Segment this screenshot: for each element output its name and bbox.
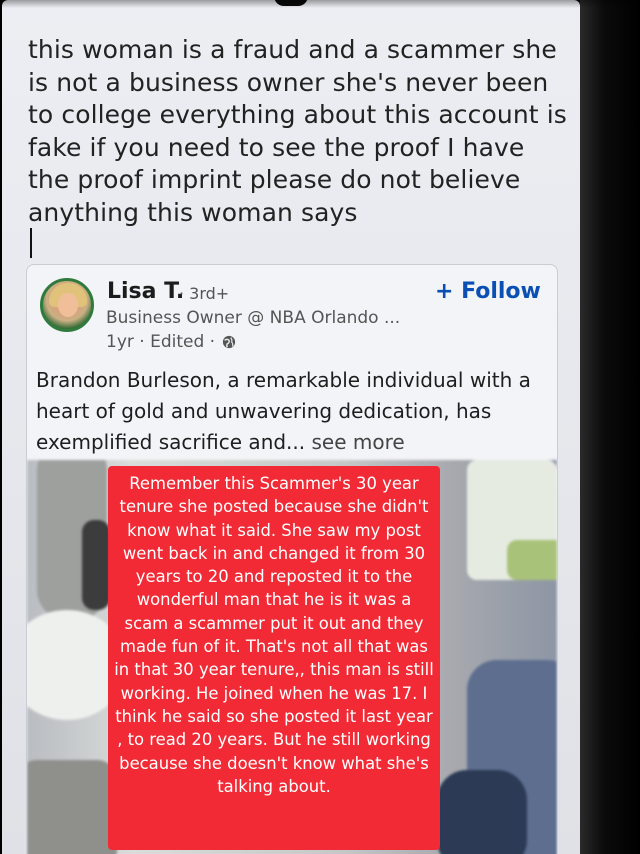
- top-shadow: [0, 0, 640, 8]
- author-headline: Business Owner @ NBA Orlando ...: [106, 308, 401, 328]
- author-name[interactable]: Lisa T.: [107, 279, 184, 304]
- globe-icon: [223, 335, 236, 349]
- photo-blur-shape: [82, 520, 110, 610]
- follow-button[interactable]: + Follow: [435, 279, 541, 304]
- post-body: Brandon Burleson, a remarkable individua…: [36, 365, 546, 458]
- photo-blur-shape: [437, 770, 527, 854]
- photo-blur-shape: [507, 540, 557, 580]
- photo-blur-shape: [27, 760, 117, 854]
- photo-of-phone-screen: this woman is a fraud and a scammer she …: [0, 0, 640, 854]
- comment-input-text[interactable]: this woman is a fraud and a scammer she …: [28, 34, 568, 230]
- connection-degree: · 3rd+: [179, 284, 230, 303]
- see-more-link[interactable]: see more: [312, 430, 405, 454]
- post-meta-text: 1yr · Edited ·: [106, 332, 216, 352]
- photo-edge-shadow: [580, 0, 640, 854]
- text-cursor: [30, 228, 32, 258]
- post-body-text: Brandon Burleson, a remarkable individua…: [36, 368, 531, 454]
- story-text-overlay: Remember this Scammer's 30 year tenure s…: [108, 466, 440, 850]
- author-avatar[interactable]: [40, 278, 94, 332]
- avatar-face: [58, 293, 78, 317]
- post-meta: 1yr · Edited ·: [106, 332, 236, 352]
